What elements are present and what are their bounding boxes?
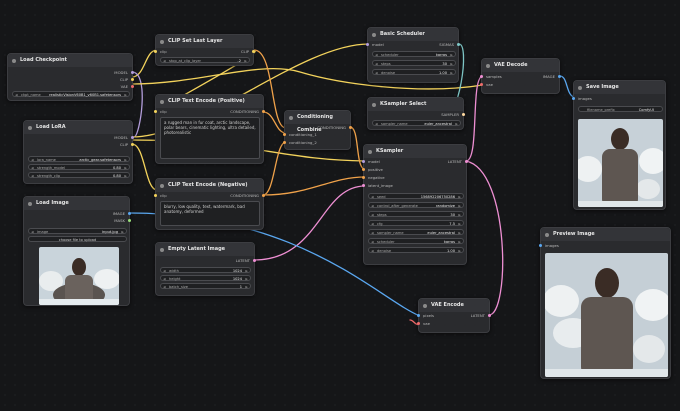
widget-steps[interactable]: ◀ steps 30 ▶	[372, 60, 456, 66]
input-conditioning-2[interactable]: conditioning_2	[283, 140, 317, 145]
output-conditioning[interactable]: CONDITIONING	[230, 109, 265, 114]
widget-strength-model[interactable]: ◀ strength_model 0.80 ▶	[28, 164, 130, 170]
widget-batch-size[interactable]: ◀ batch_size 1 ▶	[160, 283, 251, 289]
input-samples[interactable]: samples	[480, 74, 502, 79]
widget-filename-prefix[interactable]: filename_prefix ComfyUI	[578, 106, 663, 112]
node-clip-text-encode-positive[interactable]: CLIP Text Encode (Positive) clip CONDITI…	[154, 94, 265, 164]
node-title: Save Image	[574, 81, 665, 94]
input-clip[interactable]: clip	[154, 193, 167, 198]
node-title: KSampler	[364, 145, 466, 158]
wire-neg-to-ksampler-neg	[262, 176, 366, 196]
node-title: VAE Encode	[419, 299, 489, 312]
widget-image[interactable]: ◀ image input.jpg ▶	[28, 228, 127, 234]
widget-sampler-name[interactable]: ◀ sampler_name euler_ancestral ▶	[368, 229, 464, 235]
arrow-right-icon: ▶	[124, 93, 127, 97]
arrow-left-icon: ◀	[15, 93, 18, 97]
output-latent[interactable]: LATENT	[236, 258, 256, 263]
output-clip[interactable]: CLIP	[241, 49, 255, 54]
input-pixels[interactable]: pixels	[417, 313, 434, 318]
output-sampler[interactable]: SAMPLER	[441, 112, 465, 117]
widget-height[interactable]: ◀ height 1024 ▶	[160, 275, 251, 281]
output-image[interactable]: IMAGE	[113, 211, 131, 216]
node-vae-encode[interactable]: VAE Encode pixels LATENT vae	[417, 298, 491, 333]
wire-latent-encode-to-ksampler	[465, 160, 504, 316]
output-sigmas[interactable]: SIGMAS	[439, 42, 460, 47]
wire-latent-empty-to-ksampler	[253, 185, 366, 261]
output-model[interactable]: MODEL	[114, 135, 134, 140]
widget-scheduler[interactable]: ◀ scheduler karras ▶	[372, 51, 456, 57]
node-load-lora[interactable]: Load LoRA MODEL CLIP ◀ lora_name arctic_ge…	[23, 120, 134, 184]
output-vae[interactable]: VAE	[121, 84, 134, 89]
node-empty-latent-image[interactable]: Empty Latent Image LATENT ◀ width 1024 ▶ ◀ h…	[155, 242, 256, 296]
prompt-textarea[interactable]: blurry, low quality, text, watermark, ba…	[160, 201, 260, 226]
input-clip[interactable]: clip	[154, 109, 167, 114]
node-title: VAE Decode	[482, 59, 559, 72]
output-clip[interactable]: CLIP	[120, 77, 134, 82]
input-images[interactable]: images	[572, 96, 592, 101]
widget-scheduler[interactable]: ◀ scheduler karras ▶	[368, 238, 464, 244]
node-basic-scheduler[interactable]: Basic Scheduler model SIGMAS ◀ scheduler k…	[366, 27, 460, 83]
node-ksampler-select[interactable]: KSampler Select SAMPLER ◀ sampler_name eul…	[367, 97, 465, 130]
preview-image-thumbnail	[545, 253, 668, 377]
widget-ckpt-name[interactable]: ◀ ckpt_name realisticVisionV60B1_v60B1.saf…	[12, 91, 130, 97]
input-model[interactable]: model	[362, 159, 380, 164]
wire-clip-lora-to-neg	[131, 143, 158, 191]
widget-lora-name[interactable]: ◀ lora_name arctic_gear.safetensors ▶	[28, 156, 130, 162]
input-conditioning-1[interactable]: conditioning_1	[283, 132, 317, 137]
output-latent[interactable]: LATENT	[471, 313, 491, 318]
input-negative[interactable]: negative	[362, 175, 385, 180]
node-load-image[interactable]: Load Image IMAGE MASK ◀ image input.jpg ▶ c…	[23, 196, 131, 306]
input-positive[interactable]: positive	[362, 167, 383, 172]
node-conditioning-combine[interactable]: Conditioning Combine CONDITIONING condit…	[283, 110, 352, 150]
node-title: Basic Scheduler	[368, 28, 458, 41]
node-ksampler[interactable]: KSampler model LATENT positive negative …	[362, 144, 468, 265]
node-title: Preview Image	[541, 228, 670, 241]
widget-seed[interactable]: ◀ seed 156892206750286 ▶	[368, 193, 464, 199]
output-conditioning[interactable]: CONDITIONING	[230, 193, 265, 198]
input-vae[interactable]: vae	[417, 321, 430, 326]
widget-cfg[interactable]: ◀ cfg 7.5 ▶	[368, 220, 464, 226]
wire-cond-neg-to-combine	[262, 141, 287, 196]
node-vae-decode[interactable]: VAE Decode samples IMAGE vae	[480, 58, 561, 94]
widget-strength-clip[interactable]: ◀ strength_clip 0.80 ▶	[28, 172, 130, 178]
node-title: CLIP Set Last Layer	[156, 35, 253, 48]
widget-denoise[interactable]: ◀ denoise 1.00 ▶	[372, 69, 456, 75]
output-conditioning[interactable]: CONDITIONING	[317, 125, 352, 130]
upload-button[interactable]: choose file to upload	[28, 236, 127, 242]
widget-stop-at-clip-layer[interactable]: ◀ stop_at_clip_layer -2 ▶	[160, 57, 250, 63]
input-clip[interactable]: clip	[154, 49, 167, 54]
widget-control-after-generate[interactable]: ◀ control_after_generate randomize ▶	[368, 202, 464, 208]
output-mask[interactable]: MASK	[114, 218, 131, 223]
input-image-thumbnail	[39, 247, 119, 305]
node-clip-set-last-layer[interactable]: CLIP Set Last Layer clip CLIP ◀ stop_at_c…	[154, 34, 255, 66]
output-image[interactable]: IMAGE	[543, 74, 561, 79]
wire-cond-pos-to-combine	[262, 111, 287, 134]
output-latent[interactable]: LATENT	[448, 159, 468, 164]
input-latent-image[interactable]: latent_image	[362, 183, 393, 188]
node-title: Empty Latent Image	[156, 243, 254, 256]
output-image-thumbnail	[578, 119, 663, 207]
node-title: CLIP Text Encode (Negative)	[156, 179, 263, 192]
node-load-checkpoint[interactable]: Load Checkpoint MODEL CLIP VAE ◀ ckpt_nam…	[7, 53, 134, 101]
prompt-textarea[interactable]: a rugged man in fur coat, arctic landsca…	[160, 117, 260, 159]
node-title: Load LoRA	[24, 121, 132, 134]
node-title: Load Checkpoint	[8, 54, 132, 67]
output-clip[interactable]: CLIP	[120, 142, 134, 147]
node-title: CLIP Text Encode (Positive)	[156, 95, 263, 108]
node-title: Conditioning Combine	[285, 111, 350, 133]
node-title: Load Image	[24, 197, 129, 210]
node-clip-text-encode-negative[interactable]: CLIP Text Encode (Negative) clip CONDITI…	[154, 178, 265, 230]
input-vae[interactable]: vae	[480, 82, 493, 87]
output-model[interactable]: MODEL	[114, 70, 134, 75]
widget-steps[interactable]: ◀ steps 30 ▶	[368, 211, 464, 217]
node-title: KSampler Select	[368, 98, 463, 111]
widget-sampler-name[interactable]: ◀ sampler_name euler_ancestral ▶	[372, 120, 461, 126]
widget-denoise[interactable]: ◀ denoise 1.00 ▶	[368, 247, 464, 253]
widget-width[interactable]: ◀ width 1024 ▶	[160, 267, 251, 273]
node-save-image[interactable]: Save Image images filename_prefix ComfyUI	[572, 80, 666, 210]
node-preview-image[interactable]: Preview Image images	[539, 227, 671, 379]
input-images[interactable]: images	[539, 243, 559, 248]
input-model[interactable]: model	[366, 42, 384, 47]
